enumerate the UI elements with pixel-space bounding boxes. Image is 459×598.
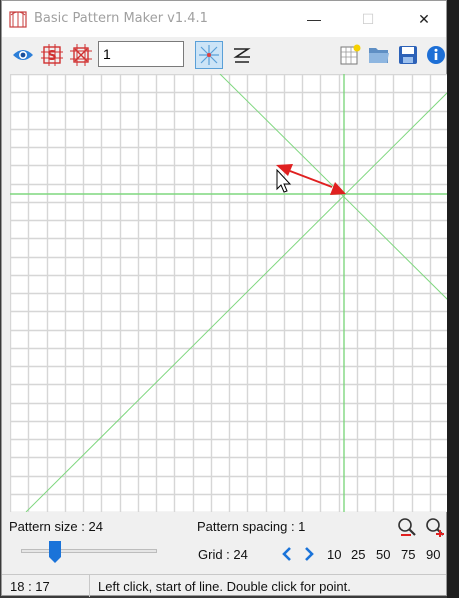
svg-text:S: S <box>47 49 56 64</box>
grid-preset-90[interactable]: 90 <box>426 547 440 562</box>
pattern-size-slider-track[interactable] <box>21 549 157 553</box>
open-folder-icon[interactable] <box>368 44 390 66</box>
new-grid-icon[interactable] <box>339 44 361 66</box>
chevron-right-icon[interactable] <box>301 546 317 562</box>
info-icon[interactable] <box>425 44 447 66</box>
pattern-spacing-label: Pattern spacing : 1 <box>197 519 306 534</box>
zigzag-icon[interactable] <box>231 44 253 66</box>
symmetry-s-icon[interactable]: S <box>41 44 63 66</box>
pattern-size-label: Pattern size : 24 <box>9 519 103 534</box>
window-title: Basic Pattern Maker v1.4.1 <box>34 11 208 26</box>
grid-preset-75[interactable]: 75 <box>401 547 415 562</box>
maximize-button[interactable]: ☐ <box>346 1 390 37</box>
close-button[interactable]: ✕ <box>402 1 446 37</box>
radial-lines-button[interactable] <box>195 41 223 69</box>
pattern-number-input[interactable] <box>98 41 184 67</box>
app-window: Basic Pattern Maker v1.4.1 — ☐ ✕ S 1 Pat… <box>1 0 448 597</box>
cross-box-icon[interactable] <box>70 44 92 66</box>
pattern-size-slider-thumb[interactable] <box>48 540 62 564</box>
grid-drawing <box>10 74 448 512</box>
grid-preset-10[interactable]: 10 <box>327 547 341 562</box>
grid-label: Grid : 24 <box>198 547 248 562</box>
eye-icon[interactable] <box>12 44 34 66</box>
status-bar: 18 : 17 Left click, start of line. Doubl… <box>2 574 446 597</box>
pattern-canvas[interactable] <box>10 74 448 512</box>
minimize-button[interactable]: — <box>292 1 336 37</box>
grid-preset-25[interactable]: 25 <box>351 547 365 562</box>
status-coords-panel: 18 : 17 <box>2 575 90 597</box>
app-logo-icon <box>9 11 27 28</box>
grid-preset-50[interactable]: 50 <box>376 547 390 562</box>
save-disk-icon[interactable] <box>397 44 419 66</box>
status-message: Left click, start of line. Double click … <box>98 579 351 594</box>
cursor-coordinates: 18 : 17 <box>10 579 50 594</box>
zoom-in-icon[interactable] <box>424 516 446 538</box>
diagonal-guide-line-up <box>25 91 448 512</box>
chevron-left-icon[interactable] <box>279 546 295 562</box>
zoom-out-icon[interactable] <box>396 516 418 538</box>
radial-lines-icon <box>199 45 219 65</box>
background-desktop-strip <box>447 0 459 598</box>
title-bar[interactable]: Basic Pattern Maker v1.4.1 — ☐ ✕ <box>2 1 446 37</box>
